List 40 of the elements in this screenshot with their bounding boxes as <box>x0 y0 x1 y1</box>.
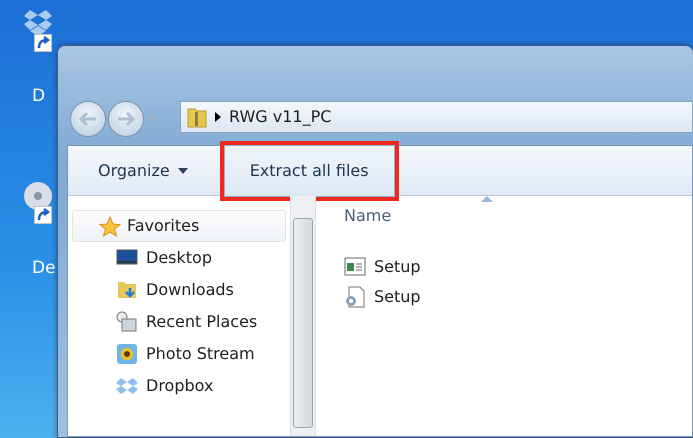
shortcut-arrow-icon <box>34 34 52 52</box>
file-item[interactable]: Setup <box>344 282 692 312</box>
scrollbar[interactable] <box>290 196 316 436</box>
toolbar-button[interactable]: Extract all files <box>220 140 399 200</box>
nav-item[interactable]: Recent Places <box>72 306 286 338</box>
nav-item[interactable]: Photo Stream <box>72 338 286 370</box>
file-name[interactable]: Setup <box>374 285 421 309</box>
zip-folder-icon <box>187 106 207 128</box>
recent-places-icon <box>116 311 138 333</box>
nav-item-label[interactable]: Photo Stream <box>146 342 255 366</box>
desktop-icon-label[interactable]: D <box>32 84 46 110</box>
dropbox-icon <box>116 375 138 397</box>
application-window-icon <box>344 256 366 278</box>
address-path[interactable]: RWG v11_PC <box>229 105 332 129</box>
favorites-header[interactable]: Favorites <box>72 210 286 242</box>
nav-item-label[interactable]: Downloads <box>146 278 234 302</box>
column-header[interactable]: Name <box>344 204 692 228</box>
scrollbar-thumb[interactable] <box>293 218 313 428</box>
address-bar[interactable]: RWG v11_PC <box>180 101 693 133</box>
nav-item-label[interactable]: Dropbox <box>146 374 214 398</box>
forward-button[interactable] <box>108 101 144 137</box>
back-button[interactable] <box>70 101 106 137</box>
star-icon <box>99 216 121 236</box>
gear-file-icon <box>344 286 366 308</box>
organize-menu-button[interactable]: Organize <box>88 150 198 190</box>
shortcut-arrow-icon <box>34 206 52 224</box>
file-item[interactable]: Setup <box>344 252 692 282</box>
breadcrumb-arrow-icon <box>215 112 221 122</box>
arrow-right-icon <box>116 111 136 127</box>
folder-download-icon <box>116 279 138 301</box>
caret-icon <box>178 168 188 174</box>
arrow-left-icon <box>78 111 98 127</box>
nav-item[interactable]: Desktop <box>72 242 286 274</box>
nav-item-label[interactable]: Recent Places <box>146 310 258 334</box>
sunflower-icon <box>116 343 138 365</box>
nav-item[interactable]: Dropbox <box>72 370 286 402</box>
nav-item[interactable]: Downloads <box>72 274 286 306</box>
nav-item-label[interactable]: Desktop <box>146 246 212 270</box>
sort-arrow-icon <box>481 196 493 202</box>
file-name[interactable]: Setup <box>374 255 421 279</box>
